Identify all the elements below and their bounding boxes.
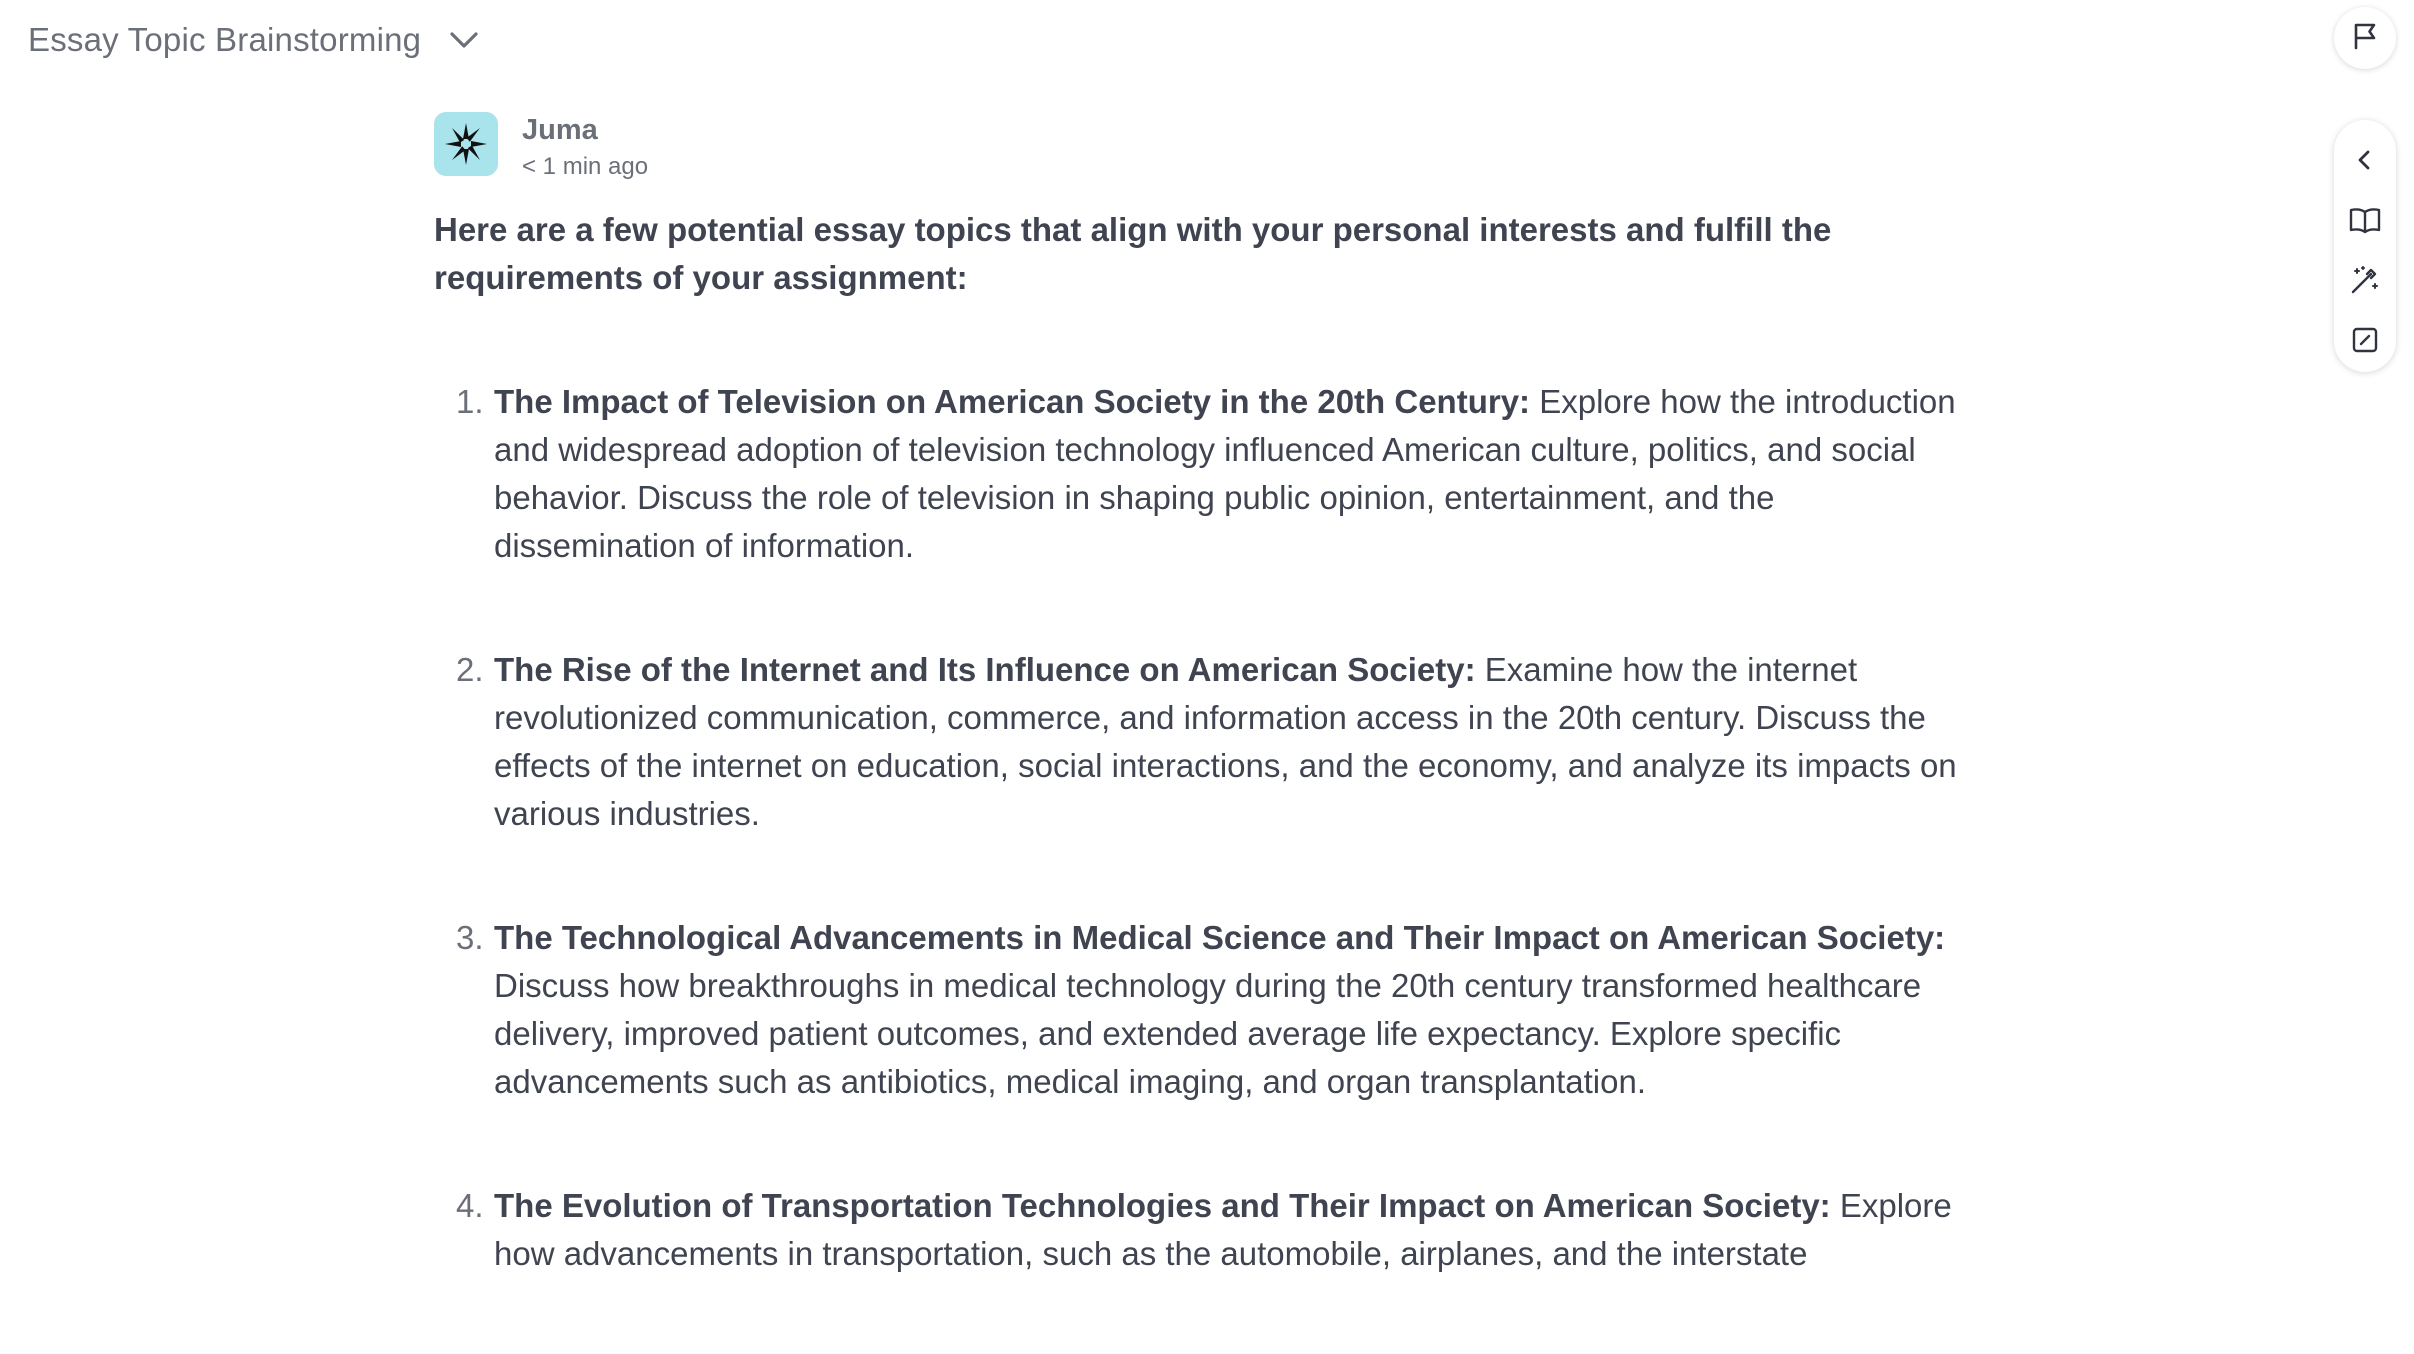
list-item: 2. The Rise of the Internet and Its Infl… <box>434 646 1974 838</box>
side-toolbar <box>2334 120 2396 372</box>
book-open-icon <box>2349 206 2381 239</box>
list-item: 1. The Impact of Television on American … <box>434 378 1974 570</box>
topic-list: 1. The Impact of Television on American … <box>434 378 1974 1278</box>
message-header: Juma < 1 min ago <box>434 112 1974 192</box>
collapse-button[interactable] <box>2334 133 2396 193</box>
list-item: 3. The Technological Advancements in Med… <box>434 914 1974 1106</box>
timestamp: < 1 min ago <box>522 153 649 180</box>
author-block: Juma < 1 min ago <box>522 112 648 181</box>
magic-wand-icon <box>2349 264 2381 301</box>
chevron-left-icon <box>2354 149 2376 176</box>
top-bar: Essay Topic Brainstorming <box>0 0 2414 80</box>
topic-body: Discuss how breakthroughs in medical tec… <box>494 967 1922 1100</box>
topic-title: The Technological Advancements in Medica… <box>494 919 1946 956</box>
topic-title: The Impact of Television on American Soc… <box>494 383 1531 420</box>
list-number: 2. <box>456 651 484 688</box>
list-item: 4. The Evolution of Transportation Techn… <box>434 1182 1974 1278</box>
magic-button[interactable] <box>2334 253 2396 313</box>
chevron-down-icon[interactable] <box>449 30 479 50</box>
report-flag-button[interactable] <box>2334 7 2396 69</box>
conversation-title: Essay Topic Brainstorming <box>28 21 422 58</box>
starburst-logo-icon <box>445 123 487 165</box>
topic-title: The Rise of the Internet and Its Influen… <box>494 651 1476 688</box>
list-number: 4. <box>456 1187 484 1224</box>
flag-icon <box>2350 21 2380 56</box>
author-name: Juma <box>522 114 598 146</box>
conversation-title-dropdown[interactable]: Essay Topic Brainstorming <box>28 18 479 62</box>
edit-square-icon <box>2351 326 2379 359</box>
message-intro: Here are a few potential essay topics th… <box>434 211 1832 296</box>
assistant-message: Juma < 1 min ago Here are a few potentia… <box>434 112 1974 1354</box>
list-number: 3. <box>456 919 484 956</box>
library-button[interactable] <box>2334 193 2396 253</box>
topic-title: The Evolution of Transportation Technolo… <box>494 1187 1831 1224</box>
list-number: 1. <box>456 383 484 420</box>
avatar <box>434 112 498 176</box>
new-note-button[interactable] <box>2334 312 2396 372</box>
